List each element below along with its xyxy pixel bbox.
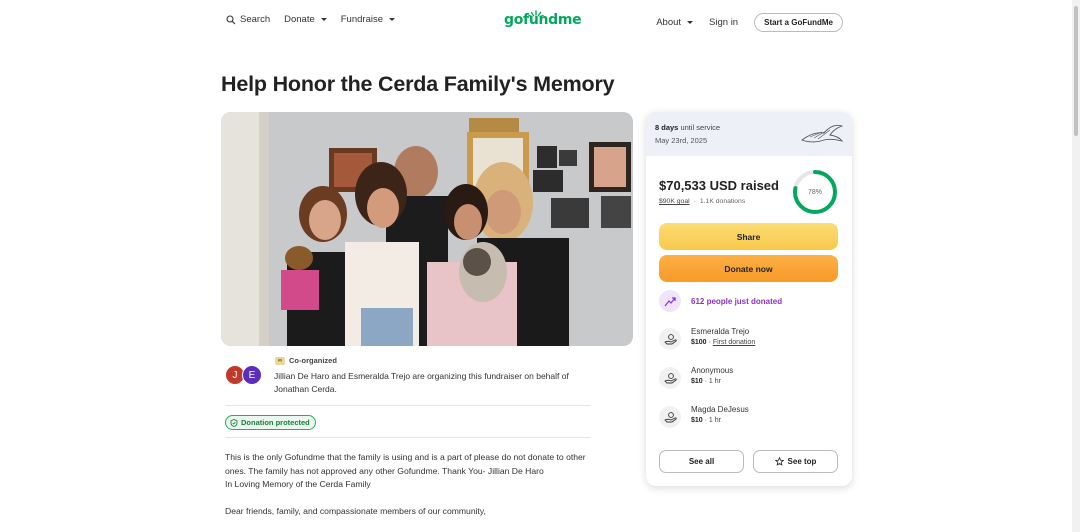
donor-meta[interactable]: First donation <box>713 339 755 346</box>
donation-hand-icon <box>659 406 681 428</box>
shield-icon <box>230 418 238 427</box>
see-top-label: See top <box>787 457 817 466</box>
campaign-description: This is the only Gofundme that the famil… <box>225 451 595 519</box>
page-scrollbar[interactable] <box>1072 0 1080 532</box>
donor-name: Anonymous <box>691 366 734 375</box>
days-until-service: 8 days until service <box>655 123 720 132</box>
days-count: 8 days <box>655 123 679 132</box>
search-icon <box>226 14 236 24</box>
family-photo-illustration <box>221 112 633 346</box>
share-button[interactable]: Share <box>659 223 838 250</box>
campaign-photo[interactable] <box>221 112 633 346</box>
fundraise-menu[interactable]: Fundraise <box>341 14 395 25</box>
donate-menu-label: Donate <box>284 14 315 25</box>
donor-item: Esmeralda Trejo $100 · First donation <box>659 326 755 350</box>
donation-protected-badge[interactable]: Donation protected <box>225 415 316 430</box>
see-top-button[interactable]: See top <box>753 450 838 473</box>
donor-name: Esmeralda Trejo <box>691 327 750 336</box>
sign-in-link[interactable]: Sign in <box>709 17 738 28</box>
progress-percent: 78% <box>807 188 822 196</box>
co-organized-label: Co-organized <box>289 356 337 365</box>
search-link[interactable]: Search <box>226 14 270 25</box>
gofundme-logo[interactable]: gofundme <box>504 10 582 28</box>
donation-hand-icon <box>659 328 681 350</box>
donation-protected-label: Donation protected <box>241 418 310 427</box>
fundraise-menu-label: Fundraise <box>340 14 383 25</box>
donor-meta: 1 hr <box>708 417 721 424</box>
days-suffix: until service <box>680 123 721 132</box>
description-paragraph: In Loving Memory of the Cerda Family <box>225 479 371 490</box>
dove-icon <box>801 124 844 143</box>
recent-donations-text: 612 people just donated <box>691 296 783 306</box>
donor-amount: $100 <box>691 339 707 346</box>
see-all-button[interactable]: See all <box>659 450 744 473</box>
search-label: Search <box>240 14 271 25</box>
description-paragraph: Dear friends, family, and compassionate … <box>225 506 486 517</box>
donor-name: Magda DeJesus <box>691 405 749 414</box>
recent-donations-banner[interactable]: 612 people just donated <box>659 290 782 312</box>
donor-item: Anonymous $10 · 1 hr <box>659 365 733 389</box>
donor-amount: $10 <box>691 417 703 424</box>
about-menu-label: About <box>656 17 682 28</box>
donor-details: $10 · 1 hr <box>691 417 721 424</box>
nav-left: Search Donate Fundraise <box>226 14 395 25</box>
donation-card: 8 days until service May 23rd, 2025 $70,… <box>646 112 852 486</box>
about-menu[interactable]: About <box>656 17 694 28</box>
donor-amount: $10 <box>691 378 703 385</box>
nav-right: About Sign in Start a GoFundMe <box>656 13 843 32</box>
description-paragraph: This is the only Gofundme that the famil… <box>225 452 586 476</box>
trending-up-icon <box>659 290 681 312</box>
donor-details: $100 · First donation <box>691 339 756 346</box>
goal-link[interactable]: $90K goal <box>659 198 690 205</box>
top-nav: Search Donate Fundraise gofundme About S… <box>0 0 1072 44</box>
logo-sun-icon <box>528 10 544 18</box>
organizer-text: Jillian De Haro and Esmeralda Trejo are … <box>274 371 569 394</box>
organizer-avatars[interactable]: J E <box>225 365 265 387</box>
scrollbar-thumb[interactable] <box>1074 6 1078 136</box>
service-countdown: 8 days until service May 23rd, 2025 <box>646 112 852 156</box>
donor-meta: 1 hr <box>708 378 721 385</box>
avatar[interactable]: E <box>242 365 262 385</box>
donate-now-button[interactable]: Donate now <box>659 255 838 282</box>
donation-count: 1.1K donations <box>699 198 746 205</box>
divider <box>225 405 591 406</box>
donate-menu[interactable]: Donate <box>284 14 327 25</box>
amount-raised: $70,533 USD raised <box>659 178 779 193</box>
donor-details: $10 · 1 hr <box>691 378 721 385</box>
goal-separator: · <box>693 198 696 205</box>
start-gofundme-button[interactable]: Start a GoFundMe <box>754 13 843 32</box>
campaign-title: Help Honor the Cerda Family's Memory <box>221 72 615 96</box>
co-organized-badge: ∞ Co-organized <box>275 356 337 365</box>
star-icon <box>774 457 784 466</box>
donor-item: Magda DeJesus $10 · 1 hr <box>659 404 749 428</box>
chevron-down-icon <box>687 21 694 24</box>
divider <box>225 437 591 438</box>
donation-hand-icon <box>659 367 681 389</box>
goal-info: $90K goal · 1.1K donations <box>659 198 745 205</box>
chevron-down-icon <box>389 18 395 21</box>
co-organized-icon: ∞ <box>275 356 285 365</box>
service-date: May 23rd, 2025 <box>655 136 708 145</box>
chevron-down-icon <box>320 18 327 21</box>
progress-ring: 78% <box>792 169 838 215</box>
